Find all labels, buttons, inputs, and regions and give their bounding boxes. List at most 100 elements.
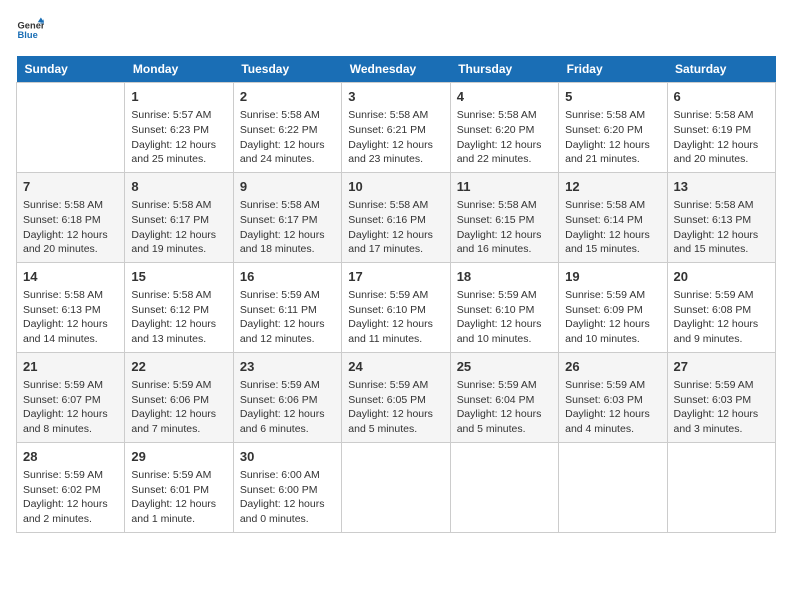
day-info: Sunrise: 5:58 AMSunset: 6:13 PMDaylight:… [674,198,769,257]
day-info: Sunrise: 5:59 AMSunset: 6:07 PMDaylight:… [23,378,118,437]
week-row-3: 14 Sunrise: 5:58 AMSunset: 6:13 PMDayligh… [17,262,776,352]
day-number: 1 [131,88,226,106]
calendar-cell: 23 Sunrise: 5:59 AMSunset: 6:06 PMDayligh… [233,352,341,442]
day-info: Sunrise: 5:58 AMSunset: 6:21 PMDaylight:… [348,108,443,167]
calendar-cell: 13 Sunrise: 5:58 AMSunset: 6:13 PMDayligh… [667,172,775,262]
day-number: 17 [348,268,443,286]
calendar-cell: 29 Sunrise: 5:59 AMSunset: 6:01 PMDayligh… [125,442,233,532]
day-number: 5 [565,88,660,106]
day-info: Sunrise: 5:59 AMSunset: 6:05 PMDaylight:… [348,378,443,437]
calendar-cell: 25Sunrise: 5:59 AMSunset: 6:04 PMDayligh… [450,352,558,442]
day-number: 28 [23,448,118,466]
calendar-cell: 21 Sunrise: 5:59 AMSunset: 6:07 PMDayligh… [17,352,125,442]
calendar-cell [17,83,125,173]
calendar-cell: 20 Sunrise: 5:59 AMSunset: 6:08 PMDayligh… [667,262,775,352]
calendar-cell: 6Sunrise: 5:58 AMSunset: 6:19 PMDaylight… [667,83,775,173]
day-info: Sunrise: 5:58 AMSunset: 6:20 PMDaylight:… [565,108,660,167]
calendar-cell: 19 Sunrise: 5:59 AMSunset: 6:09 PMDayligh… [559,262,667,352]
calendar-cell: 15Sunrise: 5:58 AMSunset: 6:12 PMDayligh… [125,262,233,352]
svg-text:Blue: Blue [18,30,38,40]
day-number: 27 [674,358,769,376]
header-saturday: Saturday [667,56,775,83]
day-number: 24 [348,358,443,376]
day-number: 29 [131,448,226,466]
calendar-cell: 24 Sunrise: 5:59 AMSunset: 6:05 PMDayligh… [342,352,450,442]
calendar-cell: 18 Sunrise: 5:59 AMSunset: 6:10 PMDayligh… [450,262,558,352]
day-number: 2 [240,88,335,106]
week-row-2: 7Sunrise: 5:58 AMSunset: 6:18 PMDaylight… [17,172,776,262]
day-info: Sunrise: 5:59 AMSunset: 6:08 PMDaylight:… [674,288,769,347]
day-number: 14 [23,268,118,286]
day-info: Sunrise: 5:59 AMSunset: 6:10 PMDaylight:… [348,288,443,347]
week-row-5: 28 Sunrise: 5:59 AMSunset: 6:02 PMDayligh… [17,442,776,532]
day-number: 3 [348,88,443,106]
calendar-cell: 9 Sunrise: 5:58 AMSunset: 6:17 PMDaylight… [233,172,341,262]
calendar-cell: 17 Sunrise: 5:59 AMSunset: 6:10 PMDayligh… [342,262,450,352]
calendar-cell: 4Sunrise: 5:58 AMSunset: 6:20 PMDaylight… [450,83,558,173]
day-number: 30 [240,448,335,466]
calendar-cell [559,442,667,532]
day-info: Sunrise: 5:58 AMSunset: 6:14 PMDaylight:… [565,198,660,257]
calendar-cell [450,442,558,532]
day-info: Sunrise: 5:57 AMSunset: 6:23 PMDaylight:… [131,108,226,167]
week-row-4: 21 Sunrise: 5:59 AMSunset: 6:07 PMDayligh… [17,352,776,442]
day-info: Sunrise: 5:59 AMSunset: 6:10 PMDaylight:… [457,288,552,347]
day-number: 19 [565,268,660,286]
logo: General Blue [16,16,44,44]
day-info: Sunrise: 5:58 AMSunset: 6:22 PMDaylight:… [240,108,335,167]
calendar-cell: 7Sunrise: 5:58 AMSunset: 6:18 PMDaylight… [17,172,125,262]
day-number: 12 [565,178,660,196]
calendar-cell: 2 Sunrise: 5:58 AMSunset: 6:22 PMDaylight… [233,83,341,173]
day-info: Sunrise: 5:59 AMSunset: 6:03 PMDaylight:… [674,378,769,437]
day-number: 20 [674,268,769,286]
calendar-cell [342,442,450,532]
day-info: Sunrise: 5:59 AMSunset: 6:01 PMDaylight:… [131,468,226,527]
day-info: Sunrise: 5:58 AMSunset: 6:15 PMDaylight:… [457,198,552,257]
day-number: 7 [23,178,118,196]
day-number: 11 [457,178,552,196]
header-monday: Monday [125,56,233,83]
calendar-cell: 11 Sunrise: 5:58 AMSunset: 6:15 PMDayligh… [450,172,558,262]
day-info: Sunrise: 5:59 AMSunset: 6:06 PMDaylight:… [240,378,335,437]
day-number: 18 [457,268,552,286]
calendar-table: SundayMondayTuesdayWednesdayThursdayFrid… [16,56,776,533]
day-number: 10 [348,178,443,196]
day-number: 9 [240,178,335,196]
day-number: 16 [240,268,335,286]
day-number: 26 [565,358,660,376]
calendar-cell: 10 Sunrise: 5:58 AMSunset: 6:16 PMDayligh… [342,172,450,262]
calendar-cell: 27 Sunrise: 5:59 AMSunset: 6:03 PMDayligh… [667,352,775,442]
header-thursday: Thursday [450,56,558,83]
day-number: 23 [240,358,335,376]
day-info: Sunrise: 5:58 AMSunset: 6:17 PMDaylight:… [131,198,226,257]
day-info: Sunrise: 5:58 AMSunset: 6:16 PMDaylight:… [348,198,443,257]
day-info: Sunrise: 5:58 AMSunset: 6:13 PMDaylight:… [23,288,118,347]
calendar-cell: 16 Sunrise: 5:59 AMSunset: 6:11 PMDayligh… [233,262,341,352]
day-info: Sunrise: 5:59 AMSunset: 6:09 PMDaylight:… [565,288,660,347]
day-info: Sunrise: 5:58 AMSunset: 6:12 PMDaylight:… [131,288,226,347]
calendar-cell: 1 Sunrise: 5:57 AMSunset: 6:23 PMDaylight… [125,83,233,173]
calendar-cell: 30 Sunrise: 6:00 AMSunset: 6:00 PMDayligh… [233,442,341,532]
day-info: Sunrise: 6:00 AMSunset: 6:00 PMDaylight:… [240,468,335,527]
day-info: Sunrise: 5:59 AMSunset: 6:04 PMDaylight:… [457,378,552,437]
day-number: 6 [674,88,769,106]
calendar-cell [667,442,775,532]
week-row-1: 1 Sunrise: 5:57 AMSunset: 6:23 PMDaylight… [17,83,776,173]
day-number: 13 [674,178,769,196]
calendar-header-row: SundayMondayTuesdayWednesdayThursdayFrid… [17,56,776,83]
calendar-cell: 12 Sunrise: 5:58 AMSunset: 6:14 PMDayligh… [559,172,667,262]
header-wednesday: Wednesday [342,56,450,83]
calendar-cell: 28 Sunrise: 5:59 AMSunset: 6:02 PMDayligh… [17,442,125,532]
day-number: 22 [131,358,226,376]
header-sunday: Sunday [17,56,125,83]
calendar-cell: 5 Sunrise: 5:58 AMSunset: 6:20 PMDaylight… [559,83,667,173]
day-number: 4 [457,88,552,106]
day-number: 8 [131,178,226,196]
header-friday: Friday [559,56,667,83]
day-info: Sunrise: 5:59 AMSunset: 6:02 PMDaylight:… [23,468,118,527]
calendar-cell: 26Sunrise: 5:59 AMSunset: 6:03 PMDayligh… [559,352,667,442]
day-number: 21 [23,358,118,376]
day-info: Sunrise: 5:58 AMSunset: 6:17 PMDaylight:… [240,198,335,257]
header: General Blue [16,16,776,44]
day-info: Sunrise: 5:59 AMSunset: 6:11 PMDaylight:… [240,288,335,347]
